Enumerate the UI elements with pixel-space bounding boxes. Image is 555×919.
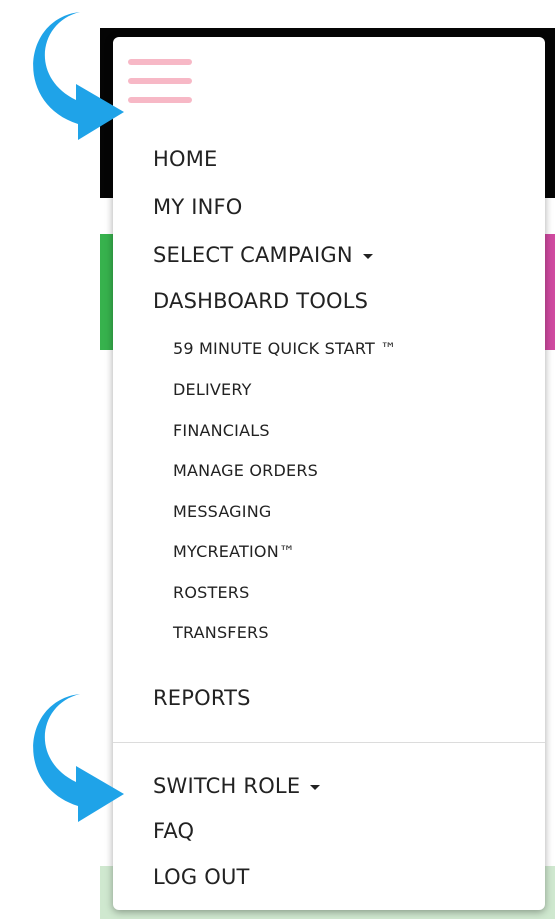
menu-divider — [113, 742, 545, 743]
submenu-item-label: TRANSFERS — [173, 623, 269, 642]
menu-item-label: LOG OUT — [153, 865, 250, 889]
caret-down-icon — [362, 253, 373, 259]
hamburger-line — [128, 59, 192, 65]
submenu-item-messaging[interactable]: MESSAGING — [173, 502, 271, 521]
curved-arrow-icon — [33, 694, 124, 822]
menu-item-label: REPORTS — [153, 686, 251, 710]
navigation-menu: HOME MY INFO SELECT CAMPAIGN DASHBOARD T… — [113, 37, 545, 910]
menu-item-label: MY INFO — [153, 195, 243, 219]
submenu-item-label: FINANCIALS — [173, 421, 270, 440]
menu-item-label: HOME — [153, 147, 218, 171]
menu-item-dashboard-tools[interactable]: DASHBOARD TOOLS — [153, 289, 368, 313]
submenu-item-label: ROSTERS — [173, 583, 250, 602]
menu-item-label: DASHBOARD TOOLS — [153, 289, 369, 313]
hamburger-line — [128, 97, 192, 103]
submenu-item-rosters[interactable]: ROSTERS — [173, 583, 249, 602]
submenu-item-manage-orders[interactable]: MANAGE ORDERS — [173, 461, 318, 480]
menu-item-faq[interactable]: FAQ — [153, 819, 194, 843]
curved-arrow-icon — [33, 12, 124, 140]
submenu-item-delivery[interactable]: DELIVERY — [173, 380, 252, 399]
menu-item-label: SWITCH ROLE — [153, 774, 301, 798]
submenu-item-label: MESSAGING — [173, 502, 272, 521]
menu-item-label: SELECT CAMPAIGN — [153, 243, 353, 267]
menu-item-my-info[interactable]: MY INFO — [153, 195, 243, 219]
menu-item-select-campaign[interactable]: SELECT CAMPAIGN — [153, 243, 373, 267]
menu-item-label: FAQ — [153, 819, 195, 843]
menu-item-log-out[interactable]: LOG OUT — [153, 865, 250, 889]
submenu-item-label: 59 MINUTE QUICK START ™ — [173, 339, 397, 358]
submenu-item-transfers[interactable]: TRANSFERS — [173, 623, 269, 642]
submenu-item-label: MYCREATION™ — [173, 542, 296, 561]
menu-item-home[interactable]: HOME — [153, 147, 218, 171]
submenu-item-financials[interactable]: FINANCIALS — [173, 421, 270, 440]
caret-down-icon — [310, 784, 321, 790]
menu-item-switch-role[interactable]: SWITCH ROLE — [153, 774, 321, 798]
submenu-item-mycreation[interactable]: MYCREATION™ — [173, 542, 295, 561]
submenu-item-label: DELIVERY — [173, 380, 252, 399]
hamburger-line — [128, 78, 192, 84]
submenu-item-label: MANAGE ORDERS — [173, 461, 318, 480]
submenu-item-quick-start[interactable]: 59 MINUTE QUICK START ™ — [173, 339, 396, 358]
hamburger-icon[interactable] — [128, 59, 192, 109]
menu-item-reports[interactable]: REPORTS — [153, 686, 251, 710]
